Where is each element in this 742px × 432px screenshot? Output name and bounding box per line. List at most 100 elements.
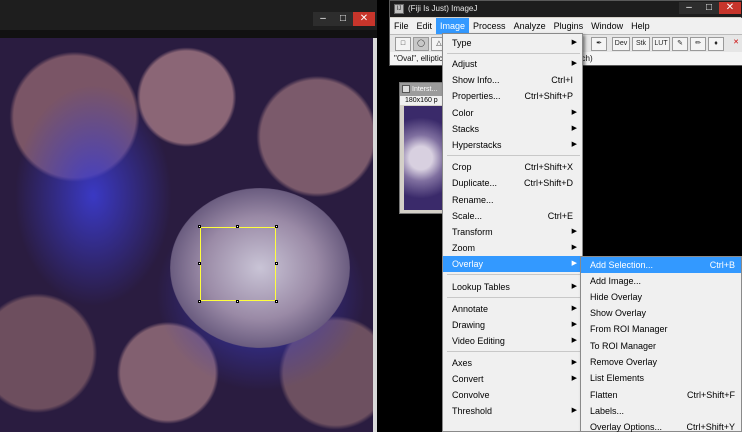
menu-edit[interactable]: Edit <box>413 18 437 34</box>
roi-handle-bottom-left[interactable] <box>198 300 201 303</box>
menu-item-threshold[interactable]: Threshold ▶ <box>443 403 582 419</box>
menu-item-flatten[interactable]: Flatten Ctrl+Shift+F <box>581 387 741 403</box>
shortcut-label: Ctrl+I <box>551 75 573 85</box>
roi-handle-top[interactable] <box>236 225 239 228</box>
menu-item-rename[interactable]: Rename... <box>443 192 582 208</box>
menu-item-drawing[interactable]: Drawing ▶ <box>443 317 582 333</box>
menu-item-annotate-label: Annotate <box>452 304 489 314</box>
menu-item-hyperstacks-label: Hyperstacks <box>452 140 502 150</box>
menu-item-add-image-label: Add Image... <box>590 276 642 286</box>
submenu-arrow-icon: ▶ <box>571 244 577 251</box>
close-tool-icon[interactable]: ✕ <box>728 37 742 51</box>
menu-item-list-elements[interactable]: List Elements <box>581 370 741 386</box>
oval-tool-icon[interactable]: ◯ <box>413 37 429 51</box>
submenu-arrow-icon: ▶ <box>571 283 577 290</box>
dev-tool-icon[interactable]: Dev <box>612 37 630 51</box>
shortcut-label: Ctrl+Shift+P <box>524 91 573 101</box>
menu-item-video-editing[interactable]: Video Editing ▶ <box>443 333 582 349</box>
menu-item-to-roi-manager[interactable]: To ROI Manager <box>581 338 741 354</box>
menu-item-convert[interactable]: Convert ▶ <box>443 371 582 387</box>
menu-item-transform-label: Transform <box>452 227 493 237</box>
submenu-arrow-icon: ▶ <box>571 407 577 414</box>
menu-file[interactable]: File <box>390 18 413 34</box>
thumbnail-canvas[interactable] <box>404 106 446 210</box>
menu-process[interactable]: Process <box>469 18 510 34</box>
pencil-tool-icon[interactable]: ✎ <box>672 37 688 51</box>
menu-item-color[interactable]: Color ▶ <box>443 105 582 121</box>
menu-item-zoom-label: Zoom <box>452 243 476 253</box>
menu-item-overlay[interactable]: Overlay ▶ <box>443 256 582 272</box>
maximize-icon[interactable]: □ <box>333 12 353 26</box>
roi-handle-bottom[interactable] <box>236 300 239 303</box>
menu-item-duplicate[interactable]: Duplicate... Ctrl+Shift+D <box>443 175 582 191</box>
menu-item-properties-label: Properties... <box>452 91 501 101</box>
menu-item-type[interactable]: Type ▶ <box>443 35 582 51</box>
lut-tool-icon[interactable]: LUT <box>652 37 670 51</box>
menu-item-remove-overlay[interactable]: Remove Overlay <box>581 354 741 370</box>
menu-item-zoom[interactable]: Zoom ▶ <box>443 240 582 256</box>
rect-tool-icon[interactable]: □ <box>395 37 411 51</box>
fiji-maximize-icon[interactable]: □ <box>699 2 719 14</box>
menu-item-adjust-label: Adjust <box>452 59 478 69</box>
menu-item-overlay-label: Overlay <box>452 259 484 269</box>
menu-separator <box>447 274 580 275</box>
menu-item-adjust[interactable]: Adjust ▶ <box>443 56 582 72</box>
menu-item-flatten-label: Flatten <box>590 390 618 400</box>
roi-handle-top-right[interactable] <box>275 225 278 228</box>
stk-tool-icon[interactable]: Stk <box>632 37 650 51</box>
menu-item-duplicate-label: Duplicate... <box>452 178 498 188</box>
menu-item-hyperstacks[interactable]: Hyperstacks ▶ <box>443 137 582 153</box>
close-icon[interactable]: ✕ <box>353 12 375 26</box>
menu-item-hide-overlay[interactable]: Hide Overlay <box>581 289 741 305</box>
menu-item-video-editing-label: Video Editing <box>452 336 505 346</box>
menu-item-add-image[interactable]: Add Image... <box>581 273 741 289</box>
menu-item-crop[interactable]: Crop Ctrl+Shift+X <box>443 159 582 175</box>
image-window-titlebar[interactable]: – □ ✕ <box>0 0 377 30</box>
menu-item-overlay-options[interactable]: Overlay Options... Ctrl+Shift+Y <box>581 419 741 432</box>
flood-fill-tool-icon[interactable]: ♦ <box>708 37 724 51</box>
image-window: – □ ✕ <box>0 0 377 432</box>
fiji-title-text: (Fiji Is Just) ImageJ <box>408 4 478 13</box>
menu-item-hide-overlay-label: Hide Overlay <box>590 292 643 302</box>
menu-image[interactable]: Image <box>436 18 470 34</box>
menu-item-annotate[interactable]: Annotate ▶ <box>443 301 582 317</box>
menu-item-threshold-label: Threshold <box>452 406 493 416</box>
fiji-close-icon[interactable]: ✕ <box>719 2 741 14</box>
menu-item-scale[interactable]: Scale... Ctrl+E <box>443 208 582 224</box>
menu-item-transform[interactable]: Transform ▶ <box>443 224 582 240</box>
menu-item-lookup-tables[interactable]: Lookup Tables ▶ <box>443 279 582 295</box>
menu-item-scale-label: Scale... <box>452 211 483 221</box>
menu-item-color-label: Color <box>452 108 474 118</box>
roi-handle-right[interactable] <box>275 262 278 265</box>
menu-item-stacks[interactable]: Stacks ▶ <box>443 121 582 137</box>
menu-analyze[interactable]: Analyze <box>510 18 550 34</box>
menu-item-convolve[interactable]: Convolve <box>443 387 582 403</box>
submenu-arrow-icon: ▶ <box>571 39 577 46</box>
menu-item-labels[interactable]: Labels... <box>581 403 741 419</box>
roi-rectangle-selection[interactable] <box>198 225 278 303</box>
roi-handle-bottom-right[interactable] <box>275 300 278 303</box>
minimize-icon[interactable]: – <box>313 12 333 26</box>
image-canvas[interactable] <box>0 38 373 432</box>
menu-item-drawing-label: Drawing <box>452 320 486 330</box>
fiji-titlebar[interactable]: IJ (Fiji Is Just) ImageJ – □ ✕ <box>390 1 742 17</box>
menu-item-add-selection[interactable]: Add Selection... Ctrl+B <box>581 257 741 273</box>
menu-item-show-overlay[interactable]: Show Overlay <box>581 305 741 321</box>
submenu-arrow-icon: ▶ <box>571 125 577 132</box>
overlay-submenu: Add Selection... Ctrl+B Add Image... Hide… <box>580 256 742 432</box>
brush-tool-icon[interactable]: ✏ <box>690 37 706 51</box>
roi-handle-left[interactable] <box>198 262 201 265</box>
roi-handle-top-left[interactable] <box>198 225 201 228</box>
menu-item-axes[interactable]: Axes ▶ <box>443 355 582 371</box>
menu-item-lookup-tables-label: Lookup Tables <box>452 282 510 292</box>
menu-window[interactable]: Window <box>587 18 627 34</box>
menu-item-properties[interactable]: Properties... Ctrl+Shift+P <box>443 88 582 104</box>
fiji-minimize-icon[interactable]: – <box>679 2 699 14</box>
menu-plugins[interactable]: Plugins <box>550 18 588 34</box>
menu-item-show-info[interactable]: Show Info... Ctrl+I <box>443 72 582 88</box>
menu-help[interactable]: Help <box>627 18 654 34</box>
color-picker-tool-icon[interactable]: ✒ <box>591 37 607 51</box>
shortcut-label: Ctrl+B <box>709 260 735 270</box>
shortcut-label: Ctrl+E <box>547 211 573 221</box>
menu-item-from-roi-manager[interactable]: From ROI Manager <box>581 321 741 337</box>
